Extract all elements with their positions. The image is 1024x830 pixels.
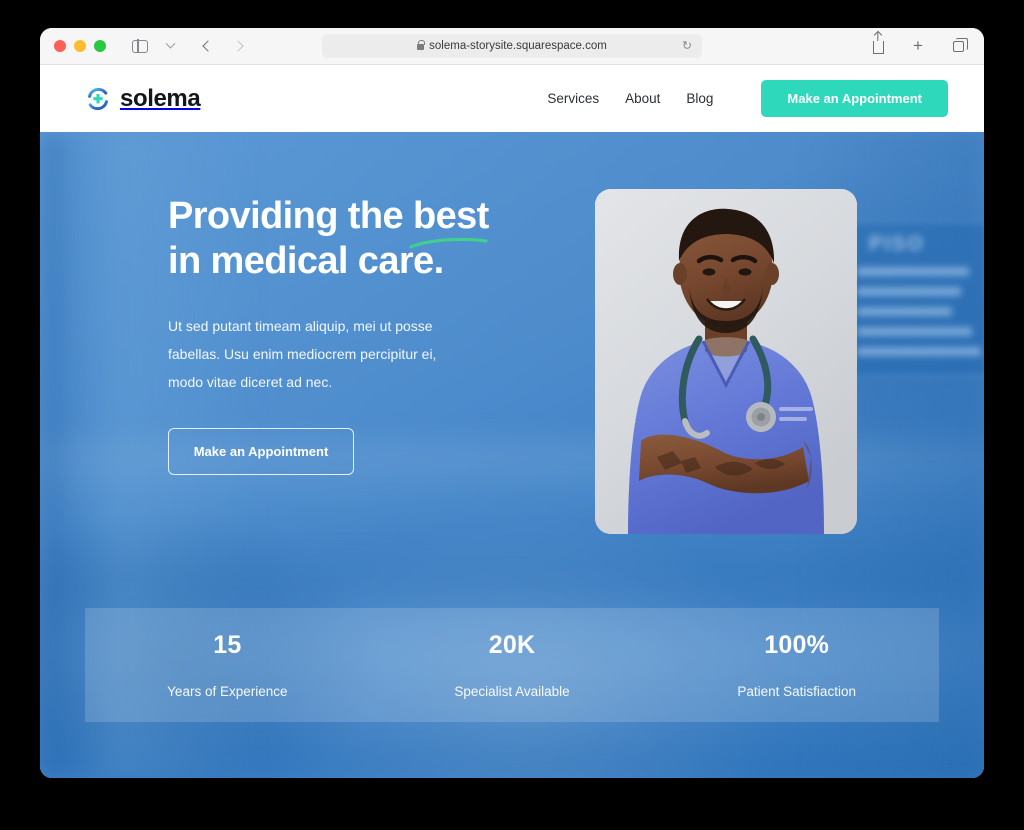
back-button[interactable] bbox=[196, 35, 220, 57]
browser-nav-group bbox=[128, 35, 250, 57]
solema-medical-cross-logo-icon bbox=[85, 86, 111, 112]
browser-actions: + bbox=[866, 35, 970, 57]
lock-icon bbox=[417, 39, 425, 50]
reload-icon[interactable]: ↻ bbox=[682, 40, 693, 52]
nav-item-blog[interactable]: Blog bbox=[686, 91, 713, 106]
hero-title-line-1-pre: Providing the bbox=[168, 195, 413, 237]
sidebar-icon bbox=[132, 39, 148, 53]
chevron-left-icon bbox=[202, 40, 214, 52]
stats-bar: 15 Years of Experience 20K Specialist Av… bbox=[85, 608, 939, 722]
stat-item: 20K Specialist Available bbox=[370, 631, 655, 699]
nav-item-services[interactable]: Services bbox=[547, 91, 599, 106]
site-nav: Services About Blog Make an Appointment bbox=[547, 80, 948, 117]
brand-name: solema bbox=[120, 84, 201, 112]
hero-title: Providing the best in medical care. bbox=[168, 194, 568, 284]
hero-make-appointment-button[interactable]: Make an Appointment bbox=[168, 428, 354, 475]
url-text: solema-storysite.squarespace.com bbox=[429, 40, 607, 52]
stat-item: 15 Years of Experience bbox=[85, 631, 370, 699]
page-viewport: solema Services About Blog Make an Appoi… bbox=[40, 65, 984, 778]
sidebar-toggle-button[interactable] bbox=[128, 35, 152, 57]
hero-title-highlight: best bbox=[412, 195, 489, 237]
chevron-right-icon bbox=[232, 40, 244, 52]
hero-paragraph: Ut sed putant timeam aliquip, mei ut pos… bbox=[168, 318, 437, 390]
sidebar-dropdown-button[interactable] bbox=[158, 35, 182, 57]
chevron-down-icon bbox=[165, 38, 175, 49]
maximize-button[interactable] bbox=[94, 40, 106, 52]
stat-value: 15 bbox=[213, 631, 242, 659]
browser-toolbar: solema-storysite.squarespace.com ↻ + bbox=[40, 28, 984, 65]
stat-value: 100% bbox=[764, 631, 830, 659]
copy-tabs-icon bbox=[952, 38, 968, 52]
tabs-overview-button[interactable] bbox=[946, 35, 970, 57]
underline-swoosh-icon bbox=[409, 237, 488, 249]
stat-label: Years of Experience bbox=[167, 684, 288, 699]
brand-logo-link[interactable]: solema bbox=[85, 84, 201, 113]
stat-label: Patient Satisfiaction bbox=[737, 684, 856, 699]
stat-label: Specialist Available bbox=[454, 684, 570, 699]
stat-value: 20K bbox=[488, 631, 536, 659]
address-bar[interactable]: solema-storysite.squarespace.com ↻ bbox=[322, 34, 702, 58]
traffic-lights bbox=[54, 40, 106, 52]
new-tab-button[interactable]: + bbox=[906, 35, 930, 57]
site-header: solema Services About Blog Make an Appoi… bbox=[40, 65, 984, 132]
browser-window: solema-storysite.squarespace.com ↻ + sol… bbox=[40, 28, 984, 778]
hero-title-highlight-wrap: best bbox=[409, 194, 489, 249]
minimize-button[interactable] bbox=[74, 40, 86, 52]
hero-section: PISO Providing the best in medical care.… bbox=[40, 132, 984, 778]
forward-button[interactable] bbox=[226, 35, 250, 57]
hero-copy: Providing the best in medical care. Ut s… bbox=[168, 189, 568, 475]
hero-portrait-image bbox=[595, 189, 857, 534]
hero-title-line-2: in medical care. bbox=[168, 240, 444, 282]
nav-item-about[interactable]: About bbox=[625, 91, 660, 106]
stat-item: 100% Patient Satisfiaction bbox=[654, 631, 939, 699]
share-icon bbox=[872, 41, 884, 54]
close-button[interactable] bbox=[54, 40, 66, 52]
header-make-appointment-button[interactable]: Make an Appointment bbox=[761, 80, 948, 117]
share-button[interactable] bbox=[866, 35, 890, 57]
